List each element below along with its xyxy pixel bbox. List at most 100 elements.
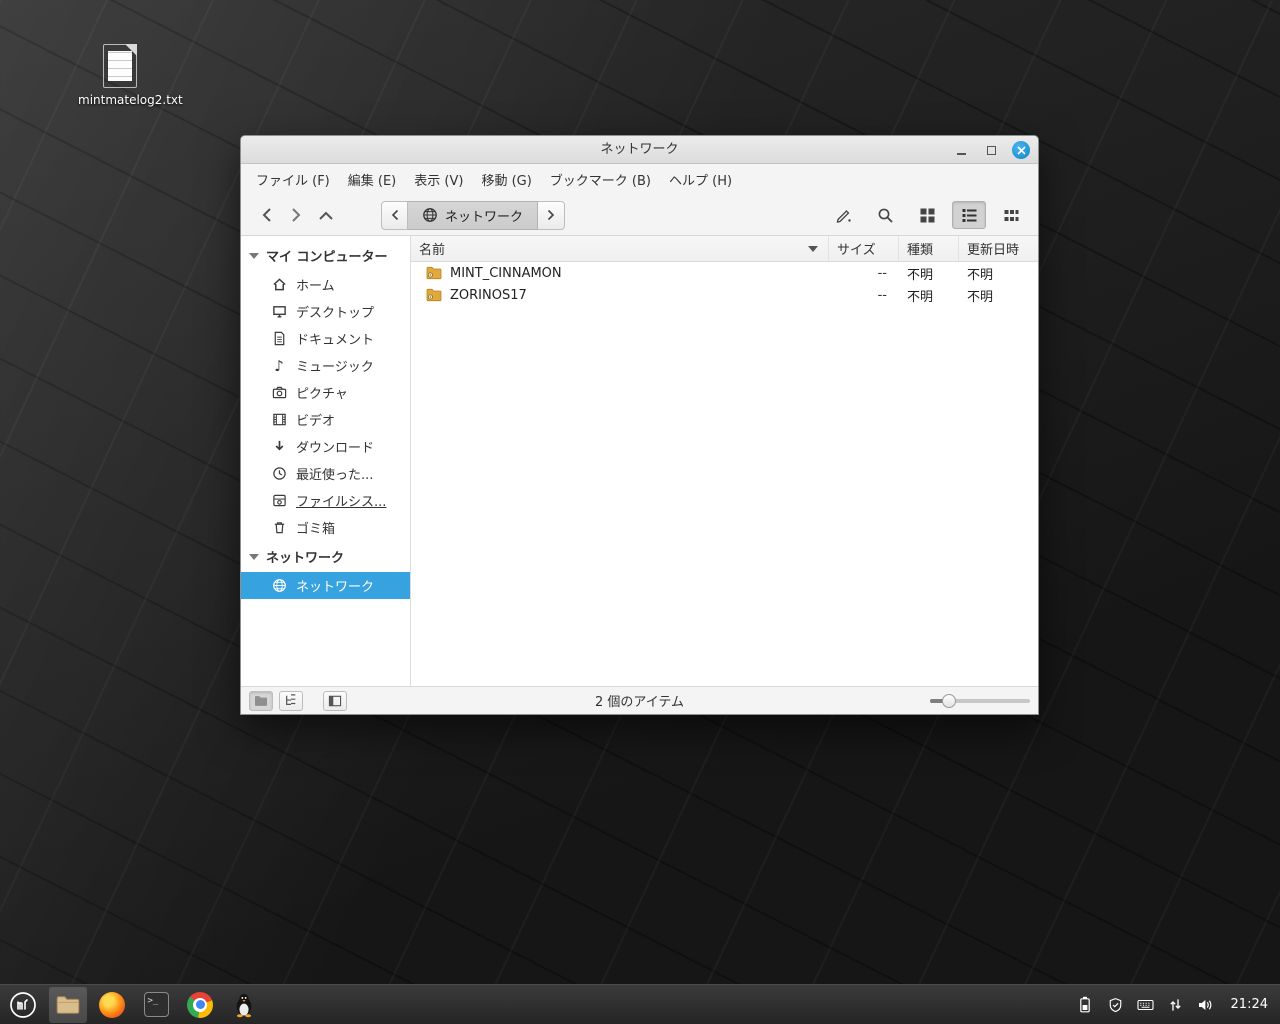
location-entry-icon	[835, 207, 852, 224]
table-row-mint-cinnamon[interactable]: MINT_CINNAMON -- 不明 不明	[411, 262, 1038, 284]
table-row-zorinos17[interactable]: ZORINOS17 -- 不明 不明	[411, 284, 1038, 306]
menu-bookmarks[interactable]: ブックマーク (B)	[541, 166, 660, 193]
recent-icon	[271, 466, 287, 482]
path-scroll-right-button[interactable]	[538, 201, 565, 230]
column-header-size[interactable]: サイズ	[829, 236, 899, 261]
sidebar-item-downloads[interactable]: ダウンロード	[241, 433, 410, 460]
path-button-network[interactable]: ネットワーク	[408, 201, 538, 230]
file-name: ZORINOS17	[450, 288, 527, 303]
desktop-file-label: mintmatelog2.txt	[78, 93, 162, 107]
zoom-slider[interactable]	[930, 691, 1030, 711]
column-header-type[interactable]: 種類	[899, 236, 959, 261]
document-icon	[271, 331, 287, 347]
chrome-launcher[interactable]	[181, 987, 219, 1023]
file-type: 不明	[899, 286, 959, 305]
sidebar-item-label: 最近使った...	[296, 464, 373, 483]
firefox-icon	[99, 992, 125, 1018]
sidebar-section-network[interactable]: ネットワーク	[241, 541, 410, 572]
sort-descending-icon[interactable]	[808, 246, 818, 252]
clock[interactable]: 21:24	[1231, 997, 1268, 1012]
menubar: ファイル (F) 編集 (E) 表示 (V) 移動 (G) ブックマーク (B)…	[241, 164, 1038, 195]
sidebar-item-trash[interactable]: ゴミ箱	[241, 514, 410, 541]
side-pane-icon	[328, 695, 342, 707]
firefox-launcher[interactable]	[93, 987, 131, 1023]
titlebar[interactable]: ネットワーク	[241, 136, 1038, 164]
icon-view-button[interactable]	[910, 201, 944, 229]
file-type: 不明	[899, 264, 959, 283]
item-count-text: 2 個のアイテム	[241, 691, 1038, 710]
sidebar-item-home[interactable]: ホーム	[241, 271, 410, 298]
path-scroll-left-button[interactable]	[381, 201, 408, 230]
sidebar-item-documents[interactable]: ドキュメント	[241, 325, 410, 352]
sidebar-item-network[interactable]: ネットワーク	[241, 572, 410, 599]
maximize-button[interactable]	[982, 141, 1000, 159]
window-title: ネットワーク	[241, 136, 1038, 164]
sidebar-item-pictures[interactable]: ピクチャ	[241, 379, 410, 406]
system-tray: 21:24	[1077, 996, 1280, 1013]
column-header-modified[interactable]: 更新日時	[959, 236, 1038, 261]
search-button[interactable]	[868, 201, 902, 229]
forward-button[interactable]	[281, 201, 311, 229]
keyboard-layout-tray-icon[interactable]	[1137, 996, 1154, 1013]
sidebar-item-label: ネットワーク	[296, 576, 374, 595]
sidebar-item-videos[interactable]: ビデオ	[241, 406, 410, 433]
sidebar-section-computer[interactable]: マイ コンピューター	[241, 240, 410, 271]
desktop-file-mintmatelog2[interactable]: mintmatelog2.txt	[78, 44, 162, 107]
expander-triangle-icon[interactable]	[249, 554, 259, 560]
sidebar-item-label: デスクトップ	[296, 302, 374, 321]
terminal-launcher[interactable]: >_	[137, 987, 175, 1023]
menu-help[interactable]: ヘルプ (H)	[660, 166, 741, 193]
statusbar: 2 個のアイテム	[241, 686, 1038, 714]
text-file-icon	[103, 44, 137, 88]
path-label: ネットワーク	[445, 206, 523, 225]
mint-logo-icon	[9, 991, 37, 1019]
show-tree-button[interactable]	[279, 691, 303, 711]
list-view-button[interactable]	[952, 201, 986, 229]
trash-icon	[271, 520, 287, 536]
icon-view-icon	[919, 207, 936, 224]
sidebar-item-label: ゴミ箱	[296, 518, 335, 537]
menu-file[interactable]: ファイル (F)	[247, 166, 339, 193]
menu-view[interactable]: 表示 (V)	[405, 166, 472, 193]
globe-icon	[422, 207, 438, 223]
battery-tray-icon[interactable]	[1077, 996, 1094, 1013]
desktop-icon	[271, 304, 287, 320]
sidebar-item-music[interactable]: ♪ ミュージック	[241, 352, 410, 379]
show-places-button[interactable]	[249, 691, 273, 711]
minimize-button[interactable]	[952, 141, 970, 159]
close-button[interactable]	[1012, 141, 1030, 159]
tux-launcher[interactable]	[225, 987, 263, 1023]
sidebar-item-filesystem[interactable]: ファイルシス...	[241, 487, 410, 514]
music-icon: ♪	[271, 358, 287, 374]
network-tray-icon[interactable]	[1167, 996, 1184, 1013]
sidebar-item-label: ホーム	[296, 275, 335, 294]
file-name: MINT_CINNAMON	[450, 266, 562, 281]
sidebar-item-label: ミュージック	[296, 356, 374, 375]
list-view-icon	[961, 207, 978, 224]
hide-sidepane-button[interactable]	[323, 691, 347, 711]
firewall-shield-tray-icon[interactable]	[1107, 996, 1124, 1013]
sidebar-item-desktop[interactable]: デスクトップ	[241, 298, 410, 325]
compact-view-button[interactable]	[994, 201, 1028, 229]
file-manager-launcher[interactable]	[49, 987, 87, 1023]
chevron-left-icon	[391, 209, 399, 221]
up-icon	[318, 210, 334, 221]
sidebar-item-label: ビデオ	[296, 410, 335, 429]
toolbar-view-controls	[826, 201, 1028, 229]
menu-go[interactable]: 移動 (G)	[472, 166, 540, 193]
path-bar: ネットワーク	[381, 201, 565, 230]
taskbar: >_ 21:24	[0, 984, 1280, 1024]
expander-triangle-icon[interactable]	[249, 253, 259, 259]
mint-menu-button[interactable]	[0, 985, 46, 1024]
sidebar-item-recent[interactable]: 最近使った...	[241, 460, 410, 487]
volume-tray-icon[interactable]	[1197, 996, 1214, 1013]
zoom-handle[interactable]	[942, 694, 956, 708]
column-type-label: 種類	[907, 239, 933, 258]
column-header-name[interactable]: 名前	[411, 236, 829, 261]
toggle-location-entry-button[interactable]	[826, 201, 860, 229]
back-button[interactable]	[251, 201, 281, 229]
menu-edit[interactable]: 編集 (E)	[339, 166, 406, 193]
places-folder-icon	[254, 695, 268, 707]
sidebar-item-label: ファイルシス...	[296, 491, 386, 510]
up-button[interactable]	[311, 201, 341, 229]
